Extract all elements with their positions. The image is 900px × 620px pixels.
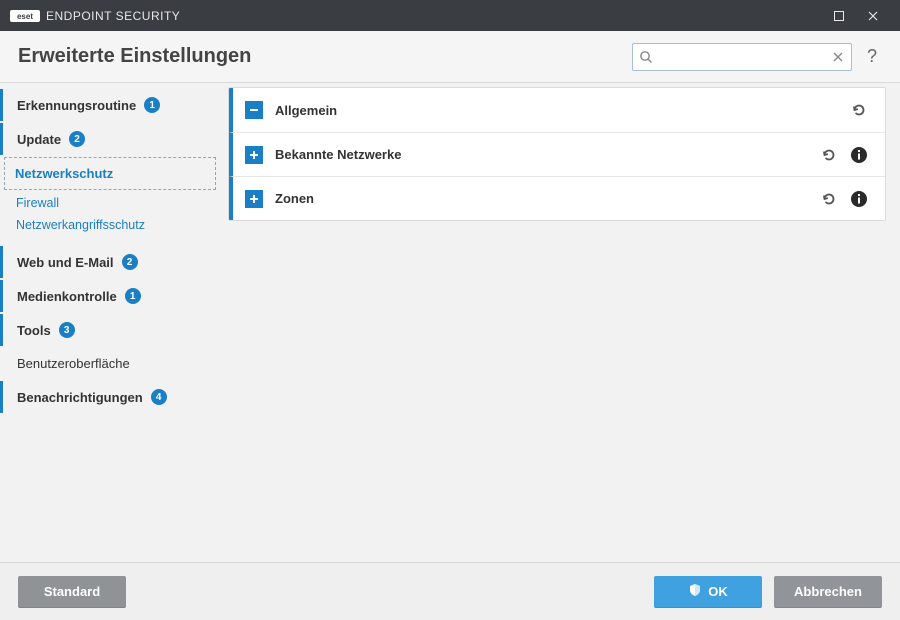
revert-icon[interactable] [817,187,841,211]
sidebar-item-label: Tools [17,323,51,338]
section-general[interactable]: Allgemein [229,88,885,132]
expand-icon[interactable] [245,190,263,208]
search-icon [639,50,653,67]
sidebar-item-web-email[interactable]: Web und E-Mail 2 [0,246,222,278]
sidebar-item-label: Firewall [16,196,59,210]
window-maximize-button[interactable] [822,0,856,31]
section-title: Bekannte Netzwerke [275,147,401,162]
info-icon[interactable] [847,187,871,211]
badge: 2 [122,254,138,270]
search-box[interactable] [632,43,852,71]
section-title: Zonen [275,191,314,206]
button-label: OK [708,584,728,599]
sidebar-item-label: Web und E-Mail [17,255,114,270]
page-header: Erweiterte Einstellungen ? [0,31,900,83]
sidebar-subitem-network-attack[interactable]: Netzwerkangriffsschutz [0,214,222,236]
sidebar-item-label: Medienkontrolle [17,289,117,304]
shield-icon [688,583,702,600]
sidebar-item-ui[interactable]: Benutzeroberfläche [0,348,222,379]
app-title: ENDPOINT SECURITY [46,9,180,23]
sidebar: Erkennungsroutine 1 Update 2 Netzwerksch… [0,83,222,562]
revert-icon[interactable] [847,98,871,122]
brand-logo: eset [10,10,40,22]
sidebar-item-detection[interactable]: Erkennungsroutine 1 [0,89,222,121]
revert-icon[interactable] [817,143,841,167]
sidebar-item-update[interactable]: Update 2 [0,123,222,155]
default-button[interactable]: Standard [18,576,126,608]
sidebar-item-label: Netzwerkschutz [15,166,113,181]
content-panel: Allgemein Bekannte Netzwerke [222,83,900,562]
collapse-icon[interactable] [245,101,263,119]
badge: 2 [69,131,85,147]
badge: 1 [144,97,160,113]
sidebar-item-label: Update [17,132,61,147]
cancel-button[interactable]: Abbrechen [774,576,882,608]
section-list: Allgemein Bekannte Netzwerke [228,87,886,221]
sidebar-subitem-firewall[interactable]: Firewall [0,192,222,214]
info-icon[interactable] [847,143,871,167]
footer-bar: Standard OK Abbrechen [0,562,900,620]
sidebar-item-network-protection[interactable]: Netzwerkschutz [4,157,216,190]
help-button[interactable]: ? [862,46,882,67]
sidebar-item-tools[interactable]: Tools 3 [0,314,222,346]
sidebar-item-label: Benachrichtigungen [17,390,143,405]
title-bar: eset ENDPOINT SECURITY [0,0,900,31]
sidebar-item-label: Erkennungsroutine [17,98,136,113]
sidebar-item-label: Benutzeroberfläche [17,356,130,371]
ok-button[interactable]: OK [654,576,762,608]
clear-search-icon[interactable] [831,50,845,67]
svg-text:eset: eset [17,12,33,21]
badge: 4 [151,389,167,405]
window-close-button[interactable] [856,0,890,31]
button-label: Standard [44,584,100,599]
button-label: Abbrechen [794,584,862,599]
search-input[interactable] [633,44,851,70]
section-known-networks[interactable]: Bekannte Netzwerke [229,132,885,176]
page-title: Erweiterte Einstellungen [18,45,251,68]
sidebar-item-label: Netzwerkangriffsschutz [16,218,145,232]
section-title: Allgemein [275,103,337,118]
sidebar-item-notifications[interactable]: Benachrichtigungen 4 [0,381,222,413]
badge: 3 [59,322,75,338]
section-zones[interactable]: Zonen [229,176,885,220]
expand-icon[interactable] [245,146,263,164]
badge: 1 [125,288,141,304]
sidebar-item-media-control[interactable]: Medienkontrolle 1 [0,280,222,312]
